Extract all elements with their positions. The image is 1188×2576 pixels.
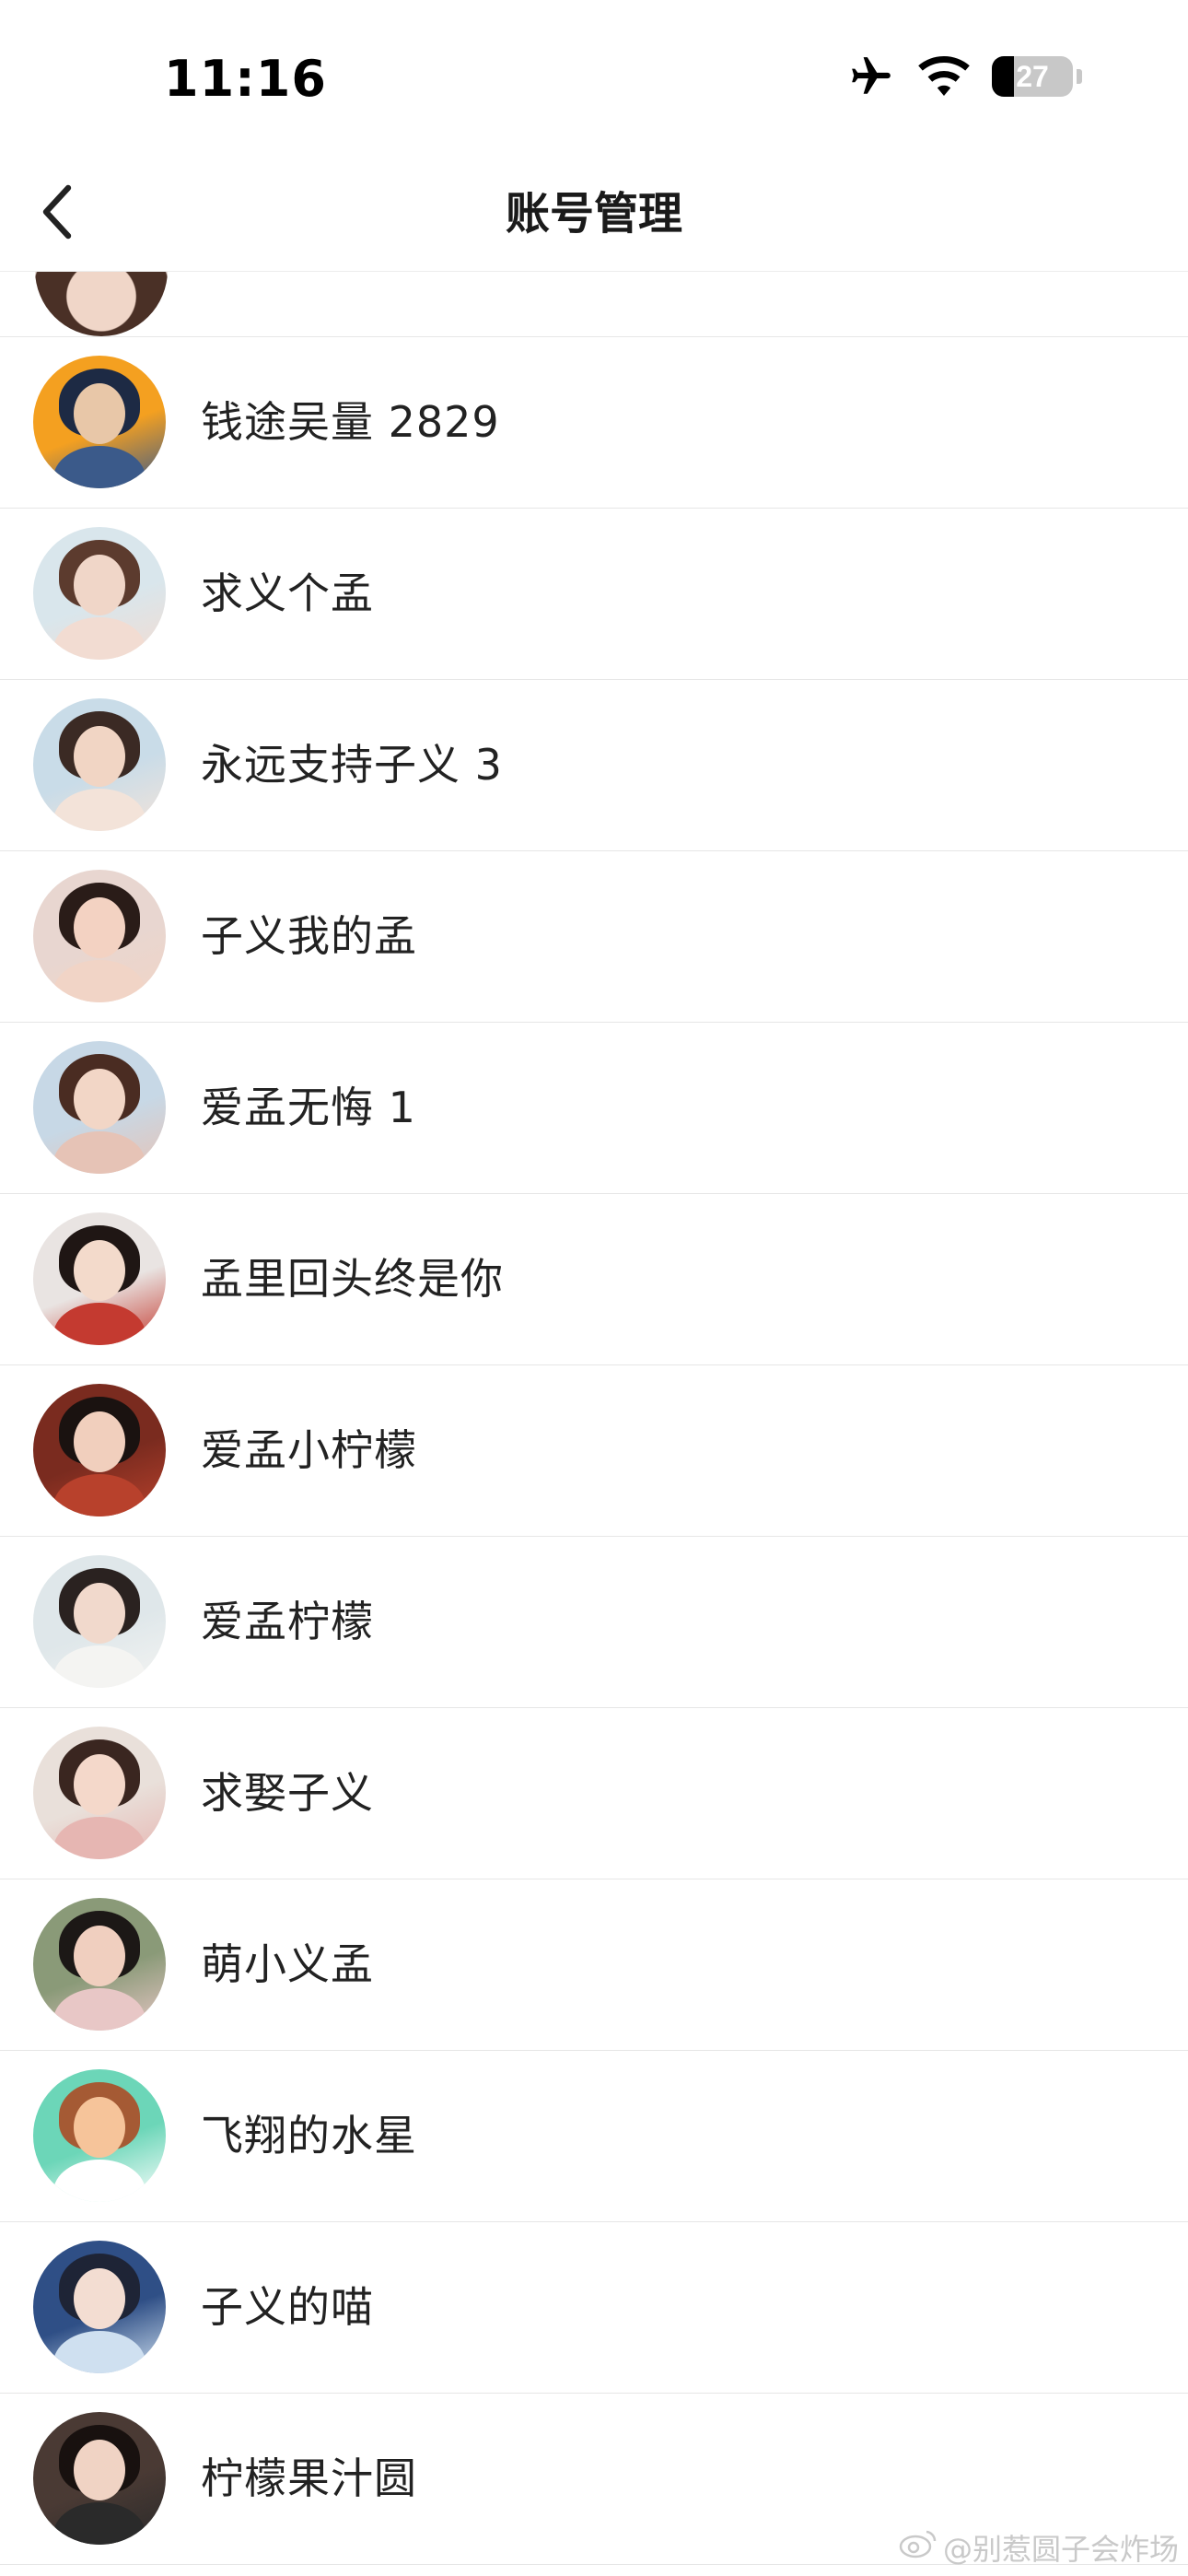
account-nickname: 子义的喵: [201, 2282, 374, 2332]
account-row[interactable]: 求义个孟: [0, 509, 1188, 680]
nav-bar: 账号管理: [0, 157, 1188, 272]
account-row[interactable]: 飞翔的水星: [0, 2051, 1188, 2222]
account-nickname: 柠檬果汁圆: [201, 2453, 417, 2503]
avatar: [33, 356, 166, 488]
avatar-body: [53, 1474, 146, 1516]
account-nickname: 子义我的孟: [201, 911, 417, 961]
account-list: 钱途吴量 2829 求义个孟永远支持子义 3 子义我的孟爱孟无悔 1 孟里回头终是你爱…: [0, 272, 1188, 2576]
avatar-body: [53, 1303, 146, 1345]
avatar: [33, 1898, 166, 2031]
account-row[interactable]: 子义的喵: [0, 2222, 1188, 2394]
status-time: 11:16: [164, 50, 327, 108]
watermark-text: @别惹圆子会炸场: [942, 2532, 1179, 2567]
avatar-body: [53, 2331, 146, 2373]
avatar-body: [53, 789, 146, 831]
avatar-body: [53, 1988, 146, 2031]
account-nickname: 求义个孟: [201, 568, 374, 618]
status-icons: 27: [846, 53, 1082, 100]
avatar: [33, 527, 166, 660]
avatar-body: [53, 1645, 146, 1688]
avatar: [33, 1555, 166, 1688]
watermark: @别惹圆子会炸场: [899, 2526, 1179, 2569]
battery-level: 27: [1016, 59, 1049, 93]
avatar-body: [53, 1817, 146, 1859]
account-nickname: 萌小义孟: [201, 1939, 374, 1989]
battery-cap: [1077, 69, 1082, 84]
avatar-face: [74, 383, 125, 444]
account-row[interactable]: 钱途吴量 2829: [0, 337, 1188, 509]
page-title: 账号管理: [505, 188, 682, 240]
avatar: [33, 1212, 166, 1345]
avatar-face: [74, 1240, 125, 1301]
account-nickname: 永远支持子义 3: [201, 740, 503, 790]
account-nickname: 求娶子义: [201, 1768, 374, 1818]
avatar-body: [53, 2160, 146, 2202]
avatar: [33, 2241, 166, 2373]
avatar-face: [74, 1754, 125, 1815]
status-bar: 11:16 27: [0, 0, 1188, 157]
avatar-face: [74, 2440, 125, 2500]
account-row[interactable]: 萌小义孟: [0, 1879, 1188, 2051]
account-row[interactable]: 子义我的孟: [0, 851, 1188, 1023]
avatar-body: [53, 2502, 146, 2545]
avatar: [33, 870, 166, 1002]
avatar: [33, 1041, 166, 1174]
list-item-partial[interactable]: [0, 272, 1188, 337]
airplane-icon: [846, 53, 896, 100]
account-row[interactable]: 爱孟无悔 1: [0, 1023, 1188, 1194]
avatar-body: [53, 1131, 146, 1174]
avatar-face: [74, 1411, 125, 1472]
avatar: [35, 272, 168, 336]
account-row[interactable]: 求娶子义: [0, 1708, 1188, 1879]
avatar-face: [74, 1069, 125, 1130]
account-row[interactable]: 永远支持子义 3: [0, 680, 1188, 851]
avatar-body: [53, 446, 146, 488]
account-row[interactable]: 爱孟小柠檬: [0, 1365, 1188, 1537]
account-nickname: 飞翔的水星: [201, 2111, 417, 2160]
account-row[interactable]: 爱孟柠檬: [0, 1537, 1188, 1708]
avatar-face: [74, 1583, 125, 1644]
avatar: [33, 1384, 166, 1516]
account-nickname: 钱途吴量 2829: [201, 397, 500, 447]
account-nickname: 孟里回头终是你: [201, 1254, 504, 1304]
avatar: [33, 1727, 166, 1859]
avatar-face: [74, 2268, 125, 2329]
avatar-face: [74, 2097, 125, 2158]
avatar-body: [53, 617, 146, 660]
avatar: [33, 698, 166, 831]
account-nickname: 爱孟无悔 1: [201, 1083, 416, 1132]
avatar: [33, 2412, 166, 2545]
avatar-face: [74, 1926, 125, 1986]
battery-icon: 27: [992, 56, 1073, 97]
avatar-face: [74, 555, 125, 615]
avatar-face: [74, 897, 125, 958]
account-row[interactable]: 孟里回头终是你: [0, 1194, 1188, 1365]
avatar-body: [53, 960, 146, 1002]
account-nickname: 爱孟小柠檬: [201, 1425, 417, 1475]
avatar-face: [74, 726, 125, 787]
weibo-icon: [899, 2528, 938, 2567]
wifi-icon: [916, 55, 972, 98]
account-nickname: 爱孟柠檬: [201, 1597, 374, 1646]
avatar: [33, 2069, 166, 2202]
